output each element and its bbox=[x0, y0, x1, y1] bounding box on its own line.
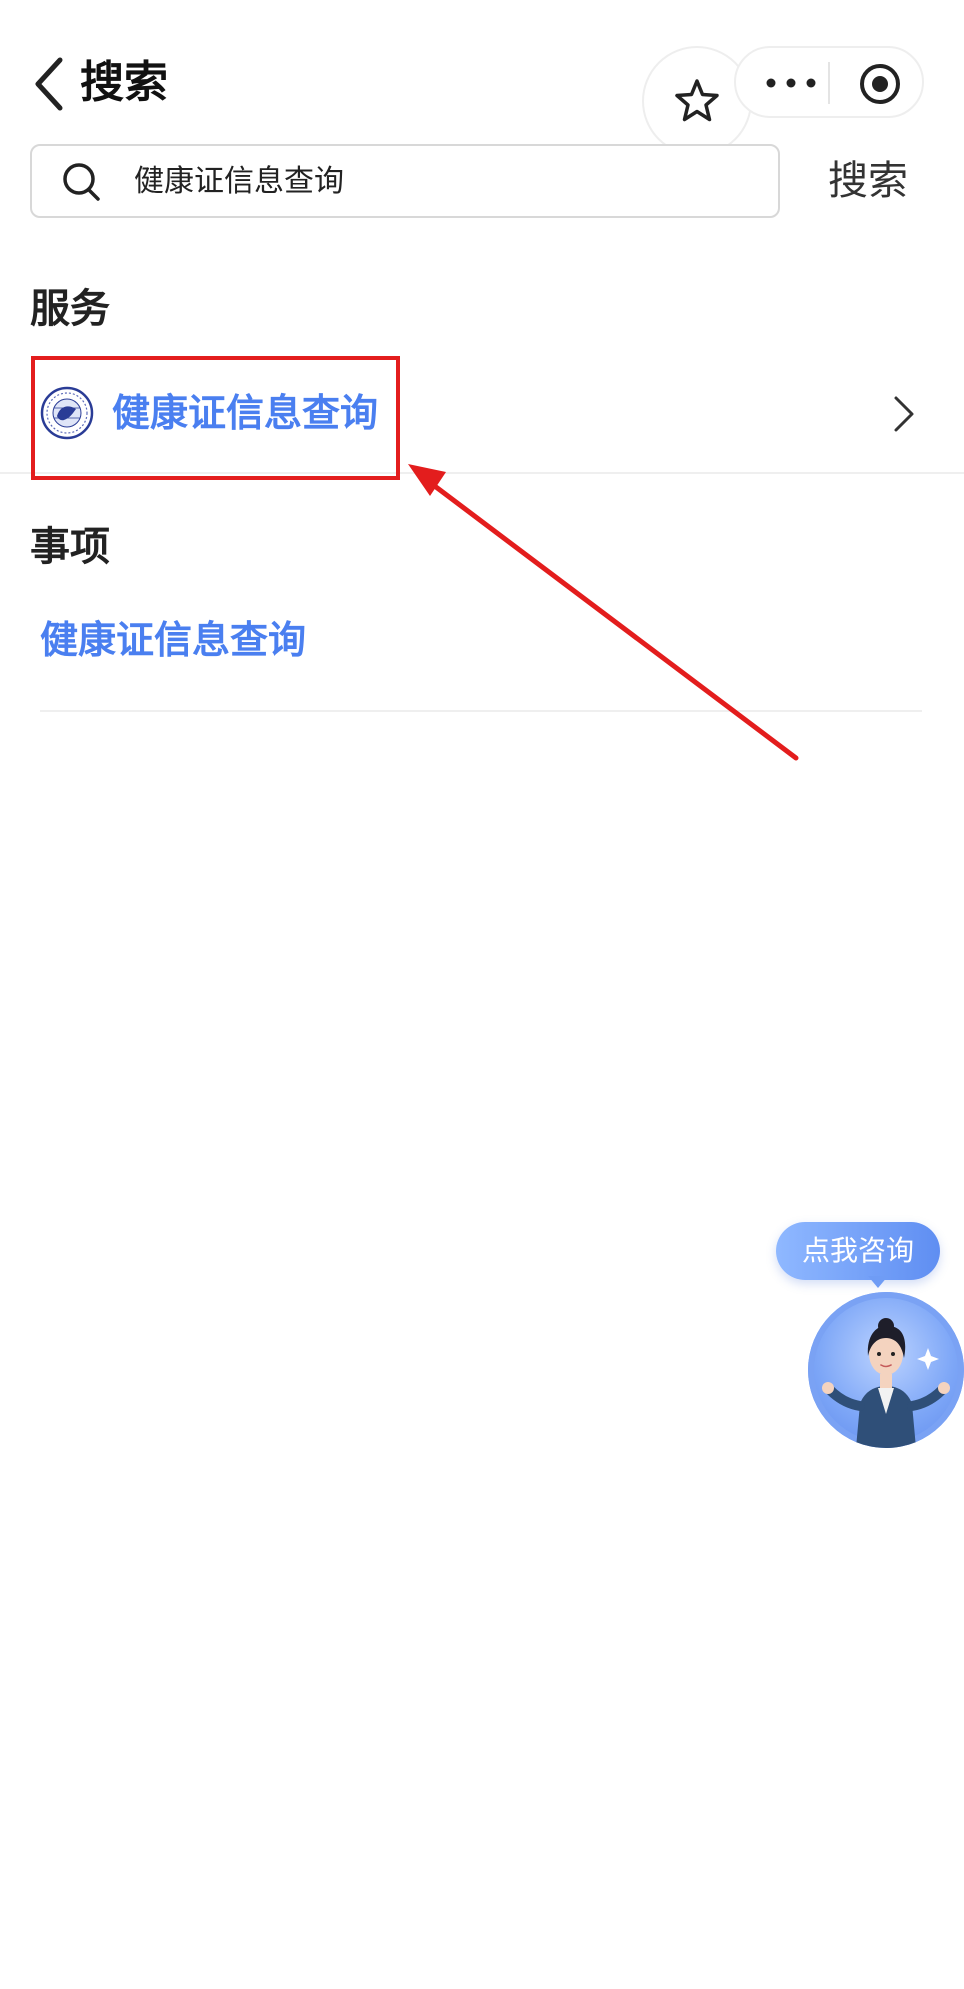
bubble-tail bbox=[868, 1276, 888, 1288]
divider bbox=[40, 710, 922, 712]
assistant-avatar[interactable] bbox=[808, 1292, 964, 1448]
section-title-matters: 事项 bbox=[30, 524, 110, 570]
section-title-services: 服务 bbox=[30, 286, 110, 332]
matter-item-label: 健康证信息查询 bbox=[40, 618, 307, 662]
chevron-right-icon bbox=[888, 392, 918, 436]
annotation-arrow bbox=[408, 464, 799, 761]
search-value: 健康证信息查询 bbox=[134, 164, 344, 199]
favorite-button[interactable] bbox=[642, 46, 752, 156]
star-icon bbox=[675, 79, 719, 122]
matter-item[interactable]: 健康证信息查询 bbox=[40, 608, 920, 672]
search-button[interactable]: 搜索 bbox=[822, 148, 914, 214]
capsule-divider bbox=[828, 62, 830, 104]
consult-bubble[interactable]: 点我咨询 bbox=[776, 1222, 940, 1280]
back-chevron-icon[interactable] bbox=[30, 54, 70, 114]
page-title: 搜索 bbox=[80, 57, 168, 108]
close-target-icon[interactable] bbox=[858, 62, 902, 106]
search-input[interactable]: 健康证信息查询 bbox=[30, 144, 780, 218]
annotation-highlight-box bbox=[31, 356, 400, 480]
more-icon[interactable] bbox=[762, 66, 820, 100]
search-icon bbox=[60, 160, 104, 204]
mini-program-capsule bbox=[734, 46, 924, 118]
